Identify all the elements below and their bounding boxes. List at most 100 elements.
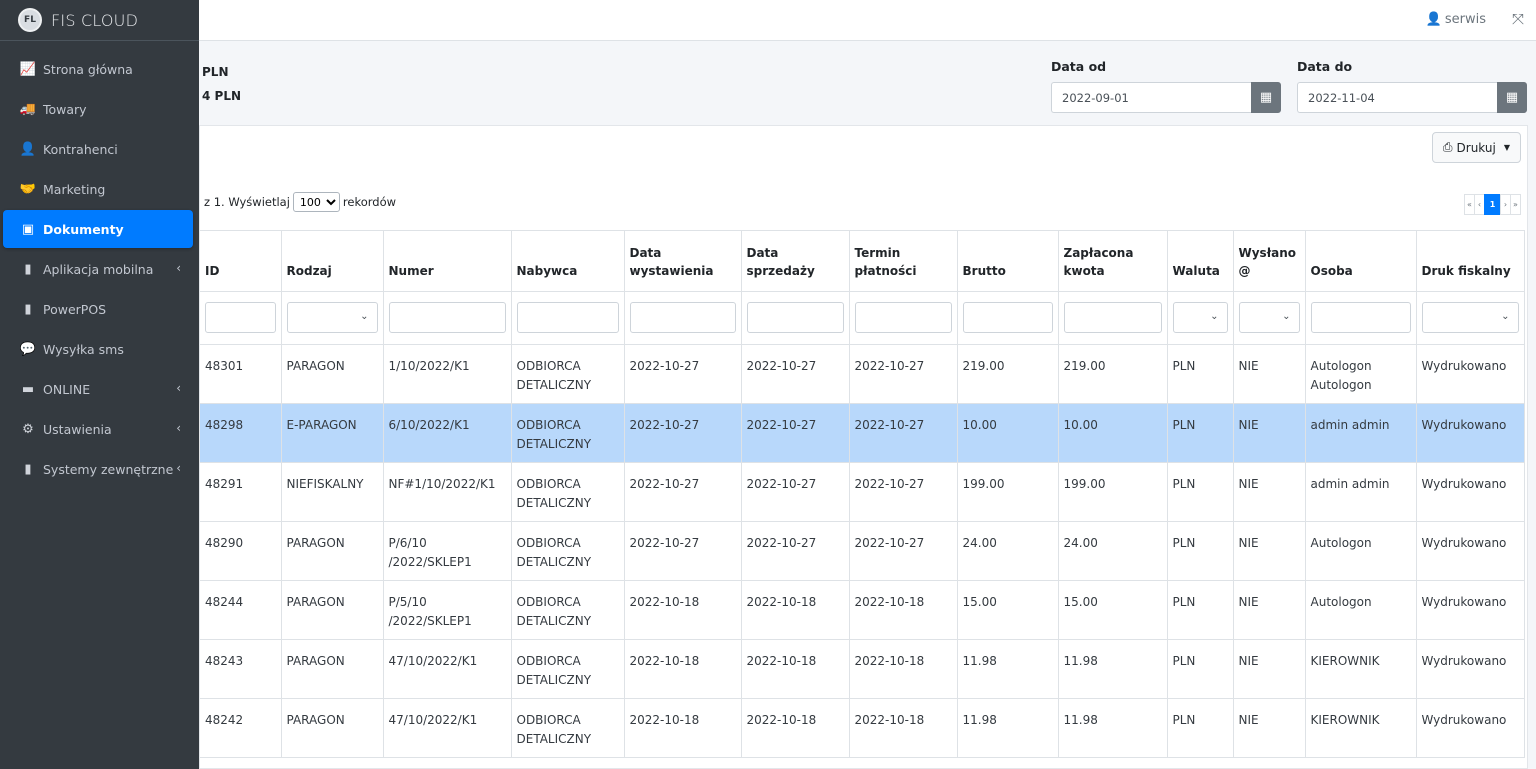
table-row[interactable]: 48290 PARAGON P/6/10 /2022/SKLEP1 ODBIORCA … — [200, 521, 1525, 581]
table-cell: 2022-10-27 — [740, 521, 850, 581]
table-cell: Wydrukowano — [1415, 580, 1525, 640]
table-cell: 199.00 — [956, 462, 1059, 522]
sidebar-item-aplikacja-mobilna[interactable]: ▮ Aplikacja mobilna ‹ — [3, 250, 193, 288]
column-header[interactable]: Druk fiskalny — [1415, 230, 1525, 292]
user-menu-link[interactable]: 👤 serwis — [1426, 12, 1486, 27]
page-last-button[interactable]: » — [1510, 194, 1521, 215]
column-filter-input[interactable] — [1310, 302, 1411, 333]
documents-table: ID Rodzaj Numer Nabywca Data wystawienia Data… — [200, 230, 1525, 758]
table-cell: 2022-10-27 — [623, 344, 742, 404]
table-cell: 219.00 — [956, 344, 1059, 404]
sidebar-item-label: Kontrahenci — [43, 141, 118, 157]
table-cell: 2022-10-27 — [740, 462, 850, 522]
table-cell: 2022-10-18 — [740, 580, 850, 640]
column-header[interactable]: Data wystawienia — [623, 230, 742, 292]
table-cell: 15.00 — [1057, 580, 1168, 640]
table-cell: 2022-10-27 — [848, 403, 958, 463]
column-filter-input[interactable] — [746, 302, 844, 333]
table-row[interactable]: 48301 PARAGON 1/10/2022/K1 ODBIORCA DETALIC… — [200, 344, 1525, 404]
page-size-select[interactable]: 100 — [292, 192, 340, 212]
page-current-button[interactable]: 1 — [1484, 194, 1501, 215]
sidebar-item-marketing[interactable]: 🤝 Marketing — [3, 170, 193, 208]
table-cell: NIE — [1232, 403, 1306, 463]
sidebar-item-label: Strona główna — [43, 61, 133, 77]
table-cell: NIE — [1232, 580, 1306, 640]
column-filter-input[interactable] — [1063, 302, 1162, 333]
table-cell: PLN — [1166, 403, 1234, 463]
table-row[interactable]: 48291 NIEFISKALNY NF#1/10/2022/K1 ODBIORCA … — [200, 462, 1525, 522]
sidebar-item-wysyłka-sms[interactable]: 💬 Wysyłka sms — [3, 330, 193, 368]
table-row[interactable]: 48243 PARAGON 47/10/2022/K1 ODBIORCA DETALI… — [200, 639, 1525, 699]
table-cell: 11.98 — [1057, 698, 1168, 758]
column-header[interactable]: Termin płatności — [848, 230, 958, 292]
column-header[interactable]: Brutto — [956, 230, 1059, 292]
column-header[interactable]: Zapłacona kwota — [1057, 230, 1168, 292]
filter-cell — [740, 291, 850, 345]
column-header[interactable]: Wysłano @ — [1232, 230, 1306, 292]
date-from-input[interactable] — [1051, 82, 1251, 113]
table-cell: 2022-10-27 — [740, 344, 850, 404]
brand-link[interactable]: FL FIS CLOUD — [0, 0, 199, 41]
column-filter-input[interactable] — [962, 302, 1053, 333]
column-filter-select[interactable]: ⌄ — [1421, 302, 1519, 333]
column-filter-input[interactable] — [516, 302, 619, 333]
column-header[interactable]: Data sprzedaży — [740, 230, 850, 292]
table-cell: 48244 — [200, 580, 282, 640]
fullscreen-icon[interactable]: ⤧ — [1512, 10, 1524, 28]
pagination: « ‹ 1 › » — [1464, 194, 1521, 215]
table-cell: 2022-10-18 — [623, 698, 742, 758]
file-excel-icon: ▣ — [21, 221, 35, 237]
calendar-icon[interactable]: ▦ — [1497, 82, 1527, 113]
table-cell: 2022-10-27 — [848, 344, 958, 404]
sidebar-item-label: Systemy zewnętrzne — [43, 461, 174, 477]
column-filter-input[interactable] — [205, 302, 276, 333]
sidebar-item-label: PowerPOS — [43, 301, 107, 317]
table-cell: 10.00 — [956, 403, 1059, 463]
column-header[interactable]: Rodzaj — [280, 230, 384, 292]
column-filter-input[interactable] — [854, 302, 952, 333]
column-header[interactable]: Numer — [382, 230, 512, 292]
filter-cell — [623, 291, 742, 345]
table-row[interactable]: 48242 PARAGON 47/10/2022/K1 ODBIORCA DETALI… — [200, 698, 1525, 758]
sidebar-item-ustawienia[interactable]: ⚙ Ustawienia ‹ — [3, 410, 193, 448]
column-header[interactable]: Waluta — [1166, 230, 1234, 292]
table-cell: 2022-10-18 — [848, 639, 958, 699]
date-to-input[interactable] — [1297, 82, 1497, 113]
sidebar-item-strona-główna[interactable]: 📈 Strona główna — [3, 50, 193, 88]
sidebar-item-dokumenty[interactable]: ▣ Dokumenty — [3, 210, 193, 248]
table-filter-row: ⌄ ⌄ ⌄ ⌄ — [200, 291, 1525, 345]
sidebar-item-kontrahenci[interactable]: 👤 Kontrahenci — [3, 130, 193, 168]
calendar-icon[interactable]: ▦ — [1251, 82, 1281, 113]
sidebar-item-label: Marketing — [43, 181, 106, 197]
store-icon: ▬ — [21, 381, 35, 397]
table-cell: 2022-10-18 — [740, 639, 850, 699]
sidebar-item-towary[interactable]: 🚚 Towary — [3, 90, 193, 128]
filter-cell: ⌄ — [1415, 291, 1525, 345]
sidebar-item-online[interactable]: ▬ ONLINE ‹ — [3, 370, 193, 408]
table-row[interactable]: 48244 PARAGON P/5/10 /2022/SKLEP1 ODBIORCA … — [200, 580, 1525, 640]
date-to-label: Data do — [1297, 59, 1353, 74]
column-header[interactable]: ID — [200, 230, 282, 292]
table-cell: NIE — [1232, 639, 1306, 699]
sidebar-item-powerpos[interactable]: ▮ PowerPOS — [3, 290, 193, 328]
table-cell: 24.00 — [1057, 521, 1168, 581]
table-cell: 6/10/2022/K1 — [382, 403, 512, 463]
column-filter-select[interactable]: ⌄ — [1172, 302, 1228, 333]
column-header[interactable]: Nabywca — [510, 230, 625, 292]
column-header[interactable]: Osoba — [1304, 230, 1417, 292]
table-row[interactable]: 48298 E-PARAGON 6/10/2022/K1 ODBIORCA DETAL… — [200, 403, 1525, 463]
table-cell: 2022-10-27 — [623, 521, 742, 581]
chevron-left-icon: ‹ — [176, 381, 181, 395]
column-filter-input[interactable] — [629, 302, 736, 333]
sidebar-item-label: ONLINE — [43, 381, 91, 397]
table-cell: 2022-10-18 — [740, 698, 850, 758]
filter-cell: ⌄ — [1166, 291, 1234, 345]
column-filter-select[interactable]: ⌄ — [286, 302, 378, 333]
print-dropdown-button[interactable]: ⎙ Drukuj ▼ — [1431, 132, 1521, 163]
column-filter-select[interactable]: ⌄ — [1238, 302, 1300, 333]
column-filter-input[interactable] — [388, 302, 506, 333]
top-navbar: 👤 serwis ⤧ — [199, 0, 1536, 41]
sidebar-item-systemy-zewnętrzne[interactable]: ▮ Systemy zewnętrzne ‹ — [3, 450, 193, 488]
sidebar-item-label: Towary — [43, 101, 87, 117]
sidebar-item-label: Ustawienia — [43, 421, 112, 437]
